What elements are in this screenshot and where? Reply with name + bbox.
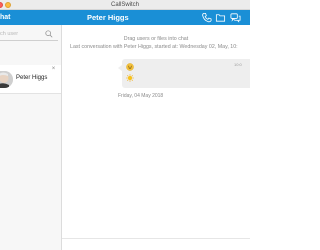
search-input[interactable] <box>0 29 44 38</box>
sun-emoji <box>126 74 134 82</box>
date-separator: Friday, 04 May 2018 <box>118 93 164 99</box>
search-underline <box>0 40 58 41</box>
contact-list-item[interactable]: Peter Higgs × <box>0 65 61 94</box>
window-titlebar: CallSwitch <box>0 0 250 10</box>
message-time: 10:0 <box>234 62 242 67</box>
chat-bubbles-icon[interactable] <box>230 12 241 23</box>
chat-panel: Drag users or files into chat Last conve… <box>62 25 250 250</box>
conversation-title: Peter Higgs <box>87 13 129 22</box>
close-icon[interactable]: × <box>51 66 56 72</box>
avatar <box>0 71 13 88</box>
window-title: CallSwitch <box>110 2 139 8</box>
grinning-face-emoji <box>126 63 134 71</box>
drag-hint: Drag users or files into chat <box>123 36 189 42</box>
app-header: hat Peter Higgs <box>0 10 250 25</box>
search-bar <box>0 25 62 41</box>
composer-divider <box>62 238 250 239</box>
contact-name: Peter Higgs <box>16 75 48 81</box>
conversation-start-info: Last conversation with Peter Higgs, star… <box>70 44 238 50</box>
folder-icon[interactable] <box>215 12 226 23</box>
phone-icon[interactable] <box>201 12 212 23</box>
contacts-sidebar: Peter Higgs × <box>0 25 62 250</box>
message-bubble[interactable]: 10:0 <box>118 59 250 88</box>
header-section-label: hat <box>0 14 11 21</box>
search-icon[interactable] <box>45 30 53 38</box>
